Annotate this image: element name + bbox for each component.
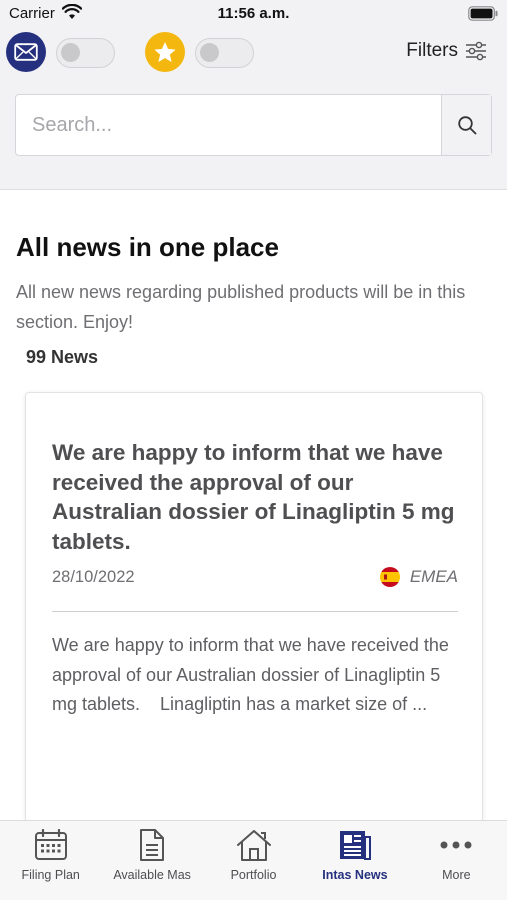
search-icon — [457, 116, 476, 135]
document-icon — [134, 827, 170, 863]
news-count: 99 News — [26, 347, 99, 367]
toggle-knob — [200, 43, 219, 62]
tab-more[interactable]: More — [406, 821, 507, 900]
newspaper-icon — [337, 827, 373, 863]
home-icon — [236, 827, 272, 863]
calendar-icon — [33, 827, 69, 863]
news-date: 28/10/2022 — [52, 568, 135, 586]
toggle-knob — [61, 43, 80, 62]
page-title: All news in one place — [16, 232, 279, 262]
sliders-icon — [466, 41, 486, 61]
tab-intas-news[interactable]: Intas News — [304, 821, 405, 900]
page-subtitle: All new news regarding published product… — [16, 282, 466, 332]
tab-bar: Filing Plan Available Mas Portfolio Inta… — [0, 820, 507, 900]
tab-filing-plan[interactable]: Filing Plan — [0, 821, 101, 900]
tab-available-mas[interactable]: Available Mas — [101, 821, 202, 900]
tab-label: More — [442, 868, 471, 882]
battery-icon — [468, 6, 498, 21]
mail-toggle[interactable] — [56, 38, 115, 68]
tab-label: Filing Plan — [21, 868, 80, 882]
more-dots-icon — [438, 827, 474, 863]
tab-portfolio[interactable]: Portfolio — [203, 821, 304, 900]
search-bar — [15, 94, 492, 156]
news-region-label: EMEA — [409, 567, 458, 586]
clock: 11:56 a.m. — [217, 5, 290, 22]
tab-label: Available Mas — [113, 868, 191, 882]
news-card[interactable]: We are happy to inform that we have rece… — [25, 392, 483, 822]
envelope-icon — [14, 43, 38, 61]
spain-flag-icon — [379, 567, 400, 587]
star-icon — [154, 41, 176, 62]
news-region: EMEA — [379, 567, 458, 587]
news-excerpt: We are happy to inform that we have rece… — [52, 635, 454, 714]
filter-panel: Filters — [0, 28, 507, 190]
tab-label: Intas News — [322, 868, 388, 882]
card-divider — [52, 611, 458, 612]
search-input[interactable] — [16, 95, 442, 155]
favorites-filter-button[interactable] — [145, 32, 185, 72]
filters-button[interactable]: Filters — [406, 40, 487, 62]
status-bar: Carrier 11:56 a.m. — [0, 0, 507, 28]
news-title: We are happy to inform that we have rece… — [52, 440, 455, 554]
tab-label: Portfolio — [230, 868, 277, 882]
filters-label: Filters — [406, 40, 458, 61]
favorites-toggle[interactable] — [195, 38, 254, 68]
mail-filter-button[interactable] — [6, 32, 46, 72]
search-button[interactable] — [441, 95, 491, 155]
